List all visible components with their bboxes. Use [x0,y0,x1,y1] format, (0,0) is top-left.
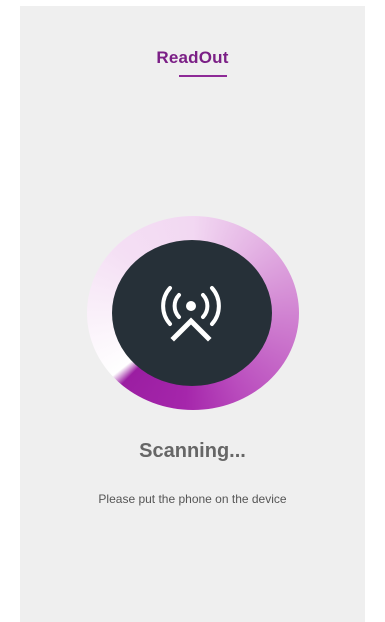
scan-status-text: Scanning... [139,440,246,462]
title-underline [179,75,227,77]
scan-instruction-text: Please put the phone on the device [98,492,287,506]
page-title: ReadOut [156,48,229,67]
nfc-broadcast-icon [161,286,221,342]
